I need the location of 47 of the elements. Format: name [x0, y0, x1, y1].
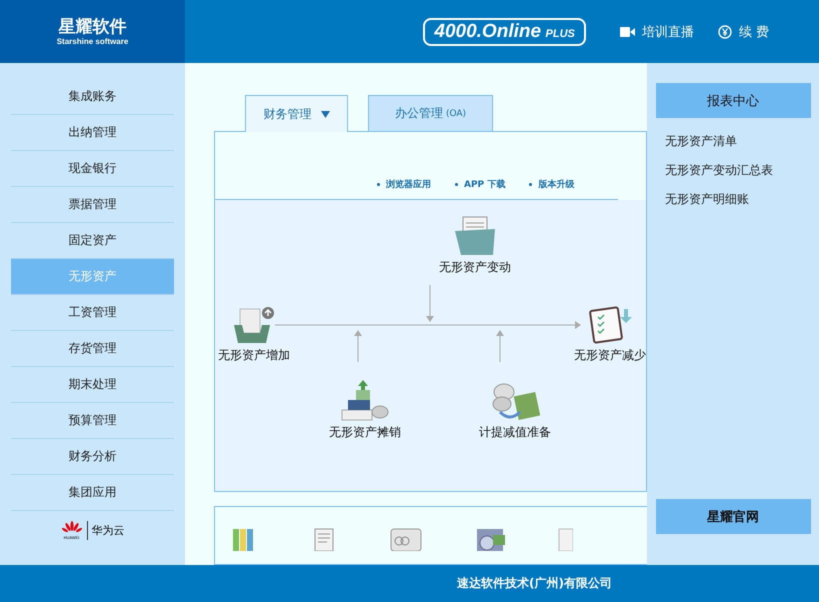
folder-icon	[453, 215, 497, 257]
inbox-tray-icon	[232, 305, 276, 345]
sidebar-item[interactable]: 现金银行	[11, 151, 174, 187]
report-link[interactable]: 无形资产变动汇总表	[665, 162, 819, 179]
sidebar-item[interactable]: 存货管理	[11, 331, 174, 367]
coin-stairs-icon	[340, 380, 390, 422]
flow-node[interactable]: 无形资产减少	[565, 305, 647, 364]
checklist-icon	[588, 305, 632, 345]
quick-link[interactable]: 版本升级	[529, 178, 574, 199]
quick-link[interactable]: APP 下载	[455, 178, 506, 199]
node-label: 无形资产变动	[439, 259, 511, 276]
sidebar-item[interactable]: 期末处理	[11, 367, 174, 403]
website-button[interactable]: 星耀官网	[656, 499, 810, 534]
node-label: 计提减值准备	[479, 424, 551, 441]
partner-label: 华为云	[92, 523, 124, 538]
tab[interactable]: 财务管理	[245, 95, 348, 132]
tab[interactable]: 办公管理 (OA)	[368, 95, 493, 131]
flow-node[interactable]: 无形资产变动	[430, 215, 520, 276]
report-link[interactable]: 无形资产明细账	[665, 191, 819, 208]
quick-link[interactable]: 浏览器应用	[377, 178, 431, 199]
paper-icon[interactable]	[557, 527, 573, 552]
yen-coin-icon	[718, 24, 732, 38]
sidebar-item[interactable]: 财务分析	[11, 439, 174, 475]
sidebar-item[interactable]: 预算管理	[11, 403, 174, 439]
report-link[interactable]: 无形资产清单	[665, 133, 819, 150]
logo-subtitle: Starshine software	[56, 37, 128, 46]
caret-icon	[320, 110, 330, 118]
product-badge: 4000.Online PLUS	[423, 18, 586, 46]
video-camera-icon	[620, 26, 635, 36]
header-link[interactable]: 培训直播	[620, 22, 694, 40]
sidebar-item[interactable]: 集成账务	[11, 79, 174, 115]
logo-title: 星耀软件	[58, 17, 126, 37]
card-icon[interactable]	[389, 527, 423, 552]
flow-node[interactable]: 无形资产摊销	[320, 380, 410, 441]
header-link[interactable]: 续 费	[718, 22, 769, 40]
node-label: 无形资产减少	[574, 347, 646, 364]
flow-node[interactable]: 无形资产增加	[209, 305, 299, 364]
petal-logo-icon	[60, 521, 82, 535]
sidebar-item[interactable]: 票据管理	[11, 187, 174, 223]
node-label: 无形资产摊销	[329, 424, 401, 441]
panel-title: 报表中心	[656, 83, 810, 118]
sidebar-item[interactable]: 集团应用	[11, 475, 174, 511]
company-name: 速达软件技术(广州)有限公司	[457, 575, 612, 592]
sidebar-item[interactable]: 出纳管理	[11, 115, 174, 151]
flow-node[interactable]: 计提减值准备	[470, 380, 560, 441]
node-label: 无形资产增加	[218, 347, 290, 364]
sidebar-item[interactable]: 工资管理	[11, 295, 174, 331]
